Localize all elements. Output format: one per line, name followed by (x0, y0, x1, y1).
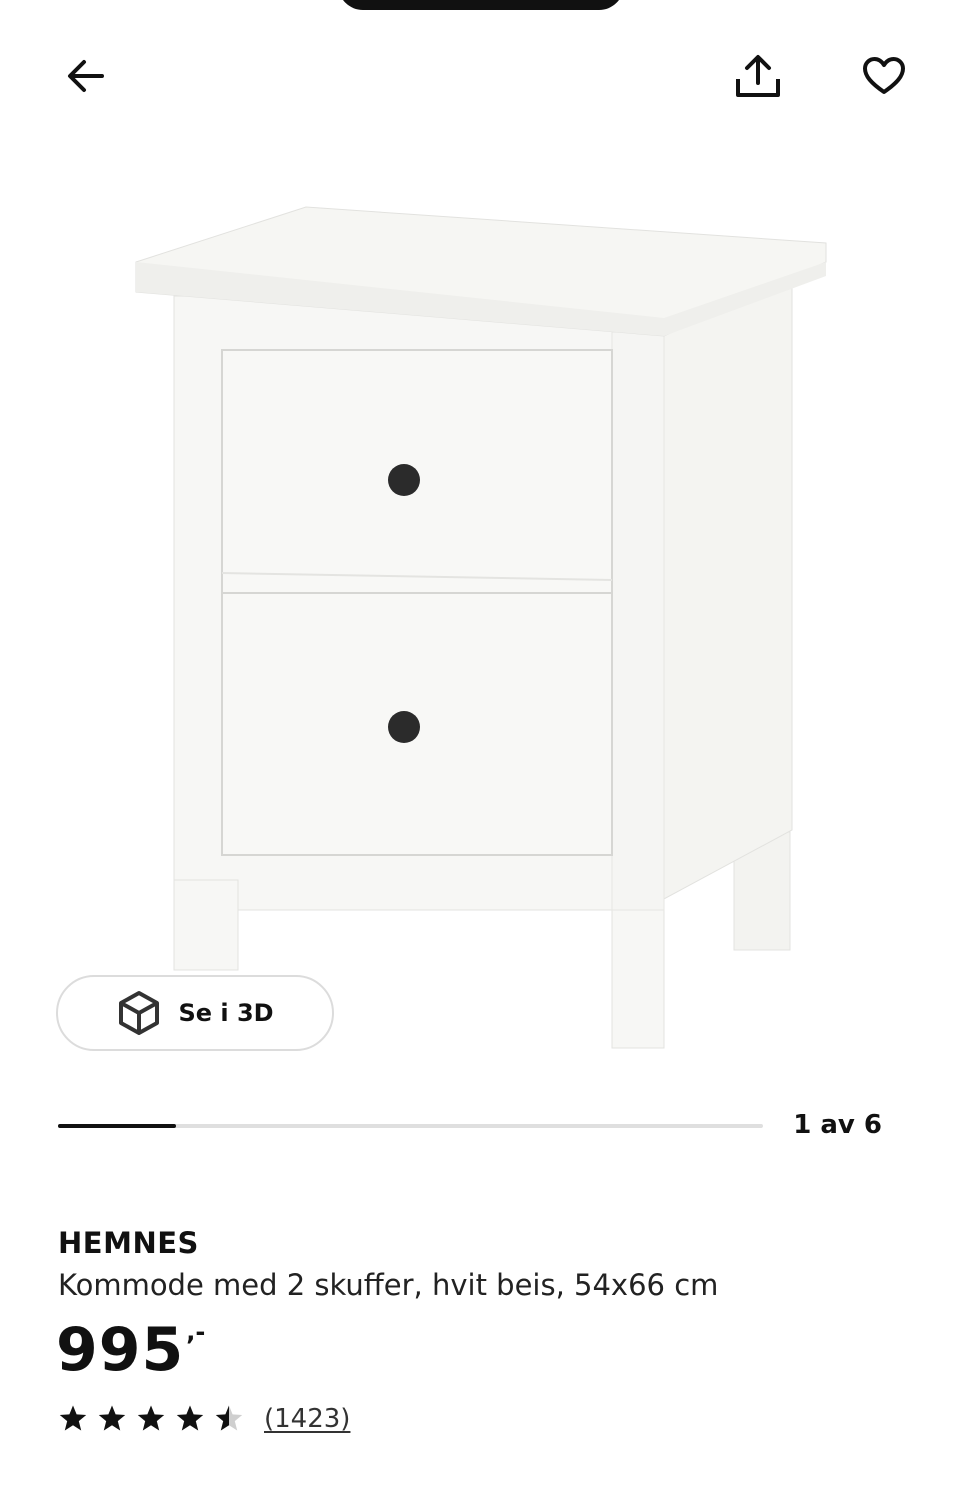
device-notch (338, 0, 624, 10)
star-full-icon (59, 1405, 87, 1431)
star-half-icon (215, 1405, 243, 1431)
favorite-button[interactable] (854, 46, 914, 106)
arrow-left-icon (68, 60, 104, 92)
carousel-progress (58, 1124, 763, 1128)
share-icon (736, 55, 780, 97)
product-name: HEMNES (58, 1226, 199, 1260)
review-count-link[interactable]: (1423) (264, 1404, 350, 1434)
heart-icon (863, 57, 905, 94)
carousel-progress-fill (58, 1124, 176, 1128)
product-image[interactable] (120, 196, 840, 1066)
cube-icon (119, 991, 160, 1035)
back-button[interactable] (56, 46, 116, 106)
share-button[interactable] (728, 46, 788, 106)
star-full-icon (98, 1405, 126, 1431)
carousel-counter: 1 av 6 (793, 1110, 882, 1140)
rating[interactable]: (1423) (58, 1404, 350, 1434)
rating-stars (58, 1404, 244, 1434)
product-description: Kommode med 2 skuffer, hvit beis, 54x66 … (58, 1268, 719, 1302)
product-price: 995 ,- (56, 1312, 205, 1388)
star-full-icon (137, 1405, 165, 1431)
price-suffix: ,- (186, 1318, 206, 1346)
view-in-3d-label: Se i 3D (178, 999, 274, 1027)
star-full-icon (176, 1405, 204, 1431)
view-in-3d-button[interactable]: Se i 3D (56, 975, 334, 1051)
price-integer: 995 (56, 1315, 185, 1385)
